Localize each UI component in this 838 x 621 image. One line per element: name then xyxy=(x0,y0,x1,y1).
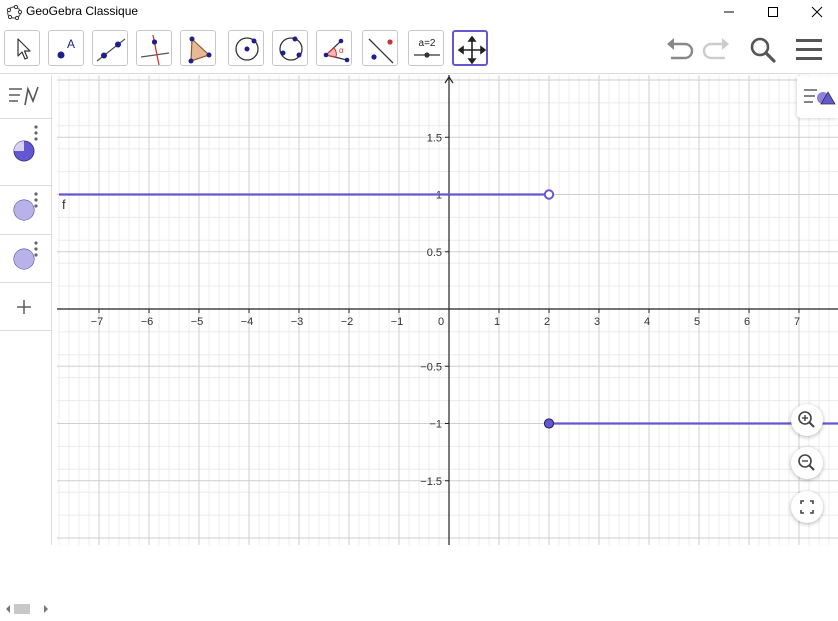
x-tick-label: 4 xyxy=(644,316,650,328)
svg-text:A: A xyxy=(67,37,75,51)
circle-three-points-icon xyxy=(279,36,303,61)
function-label: f xyxy=(62,197,66,212)
point-tool-icon: A xyxy=(57,37,75,59)
svg-text:α: α xyxy=(339,46,344,55)
reflect-about-line-icon xyxy=(368,38,394,64)
algebra-item-3[interactable] xyxy=(0,235,52,283)
redo-icon xyxy=(702,38,729,60)
x-tick-label: 0 xyxy=(438,316,444,328)
geogebra-logo-icon xyxy=(6,4,22,20)
angle-icon: α xyxy=(323,38,350,63)
horizontal-scrollbar[interactable] xyxy=(0,602,52,616)
graph-canvas[interactable]: −7 −6 −5 −4 −3 −2 −1 0 1 2 3 4 5 6 7 0.5 1 1.5 −0.5 −1 −1.5… xyxy=(57,75,838,545)
visibility-toggle-icon xyxy=(13,199,35,221)
x-tick-label: 3 xyxy=(594,316,600,328)
undo-icon xyxy=(667,38,694,60)
x-tick-label: −2 xyxy=(341,316,354,328)
y-axis-tick-labels: 0.511.5−0.5−1−1.5 xyxy=(420,132,449,488)
move-graphics-view-tool-button[interactable] xyxy=(452,30,488,66)
fullscreen-button[interactable] xyxy=(791,491,823,523)
style-bar-toggle[interactable] xyxy=(797,76,838,118)
closed-endpoint[interactable] xyxy=(543,418,555,429)
more-options-icon[interactable] xyxy=(34,192,38,208)
zoom-in-button[interactable] xyxy=(791,404,823,436)
zoom-out-button[interactable] xyxy=(791,447,823,479)
maximize-button[interactable] xyxy=(750,0,796,24)
undo-button[interactable] xyxy=(663,36,695,64)
line-tool-icon xyxy=(96,38,126,62)
move-tool-button[interactable] xyxy=(4,30,40,66)
x-tick-label: −4 xyxy=(241,316,254,328)
move-arrows-icon xyxy=(457,35,487,65)
zoom-in-icon xyxy=(798,411,815,428)
x-tick-label: 5 xyxy=(694,316,700,328)
open-endpoint[interactable] xyxy=(543,189,555,200)
zoom-out-icon xyxy=(798,454,815,471)
visibility-toggle-icon xyxy=(13,248,35,270)
y-tick-label: −1 xyxy=(429,419,442,431)
hamburger-menu-icon xyxy=(796,39,822,60)
algebra-view-toggle[interactable] xyxy=(0,75,52,119)
perpendicular-line-icon xyxy=(140,34,170,66)
circle-center-point-icon xyxy=(235,37,259,61)
graphics-view[interactable]: −7 −6 −5 −4 −3 −2 −1 0 1 2 3 4 5 6 7 0.5 1 1.5 −0.5 −1 −1.5… xyxy=(57,75,838,545)
title-bar: GeoGebra Classique xyxy=(0,0,838,24)
search-icon xyxy=(750,37,776,63)
add-item-button[interactable] xyxy=(0,283,52,331)
more-options-icon[interactable] xyxy=(34,125,38,141)
axes xyxy=(57,75,838,545)
slider-tool-label: a=2 xyxy=(419,38,436,49)
algebra-item-2[interactable] xyxy=(0,186,52,235)
x-axis-tick-labels: −7 −6 −5 −4 −3 −2 −1 0 1 2 3 4 5 6 7 xyxy=(91,309,800,328)
angle-tool-button[interactable]: α xyxy=(316,30,352,66)
search-button[interactable] xyxy=(747,36,779,64)
x-tick-label: 7 xyxy=(794,316,800,328)
x-tick-label: −3 xyxy=(291,316,304,328)
y-tick-label: −1.5 xyxy=(420,476,442,488)
plus-icon xyxy=(17,300,31,314)
x-tick-label: 2 xyxy=(544,316,550,328)
scrollbar-arrows-icon xyxy=(6,604,48,614)
perpendicular-line-tool-button[interactable] xyxy=(136,30,172,66)
x-tick-label: −1 xyxy=(391,316,404,328)
toolbar: A α a=2 xyxy=(0,24,838,74)
visibility-toggle-icon xyxy=(13,140,35,162)
close-icon xyxy=(811,6,823,18)
redo-button[interactable] xyxy=(701,36,733,64)
x-tick-label: −7 xyxy=(91,316,104,328)
minor-gridlines xyxy=(57,75,838,545)
x-tick-label: −5 xyxy=(191,316,204,328)
main-menu-button[interactable] xyxy=(793,36,825,64)
slider-tool-button[interactable]: a=2 xyxy=(408,30,444,66)
y-tick-label: 1.5 xyxy=(427,132,442,144)
algebra-graph-toggle-icon xyxy=(9,86,39,106)
y-tick-label: 0.5 xyxy=(427,247,442,259)
polygon-tool-button[interactable] xyxy=(180,30,216,66)
close-button[interactable] xyxy=(794,0,838,24)
major-gridlines xyxy=(57,75,838,545)
algebra-view xyxy=(0,75,52,614)
algebra-item-1[interactable] xyxy=(0,119,52,186)
circle-three-points-tool-button[interactable] xyxy=(272,30,308,66)
x-tick-label: 1 xyxy=(494,316,500,328)
polygon-icon xyxy=(188,36,212,64)
fullscreen-icon xyxy=(800,500,814,514)
cursor-arrow-icon xyxy=(17,38,31,60)
x-tick-label: −6 xyxy=(141,316,154,328)
reflect-tool-button[interactable] xyxy=(362,30,398,66)
y-tick-label: −0.5 xyxy=(420,361,442,373)
minimize-button[interactable] xyxy=(706,0,752,24)
minimize-icon xyxy=(724,11,734,13)
style-bar-icon xyxy=(804,89,836,105)
more-options-icon[interactable] xyxy=(34,241,38,257)
maximize-icon xyxy=(768,7,778,17)
window-title: GeoGebra Classique xyxy=(26,4,139,18)
x-tick-label: 6 xyxy=(744,316,750,328)
line-tool-button[interactable] xyxy=(92,30,128,66)
slider-icon: a=2 xyxy=(414,38,440,58)
circle-center-point-tool-button[interactable] xyxy=(228,30,264,66)
point-tool-button[interactable]: A xyxy=(48,30,84,66)
